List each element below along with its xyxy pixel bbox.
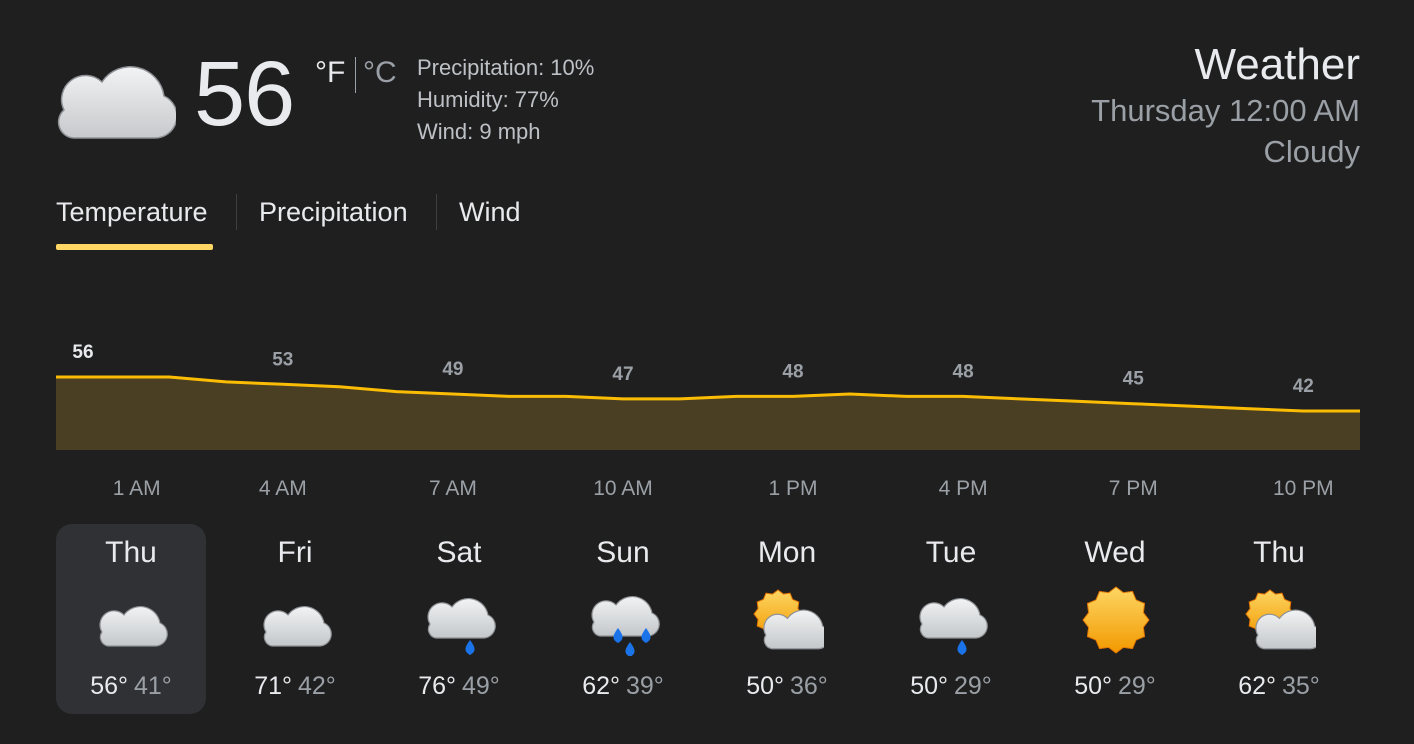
chart-value-label: 49 [442, 359, 463, 380]
forecast-low: 49° [462, 672, 500, 700]
precipitation-stat: Precipitation: 10% [417, 55, 595, 80]
forecast-icon-wrapper [424, 584, 496, 656]
chart-value-label: 47 [612, 364, 633, 385]
forecast-day-name: Wed [1084, 536, 1146, 569]
chart-value-label: 42 [1293, 376, 1314, 397]
forecast-temps: 50° 36° [712, 672, 862, 701]
chart-x-tick-label: 7 AM [429, 477, 477, 500]
tab-temperature[interactable]: Temperature [56, 197, 208, 228]
forecast-temps: 62° 39° [548, 672, 698, 701]
unit-divider [355, 57, 356, 93]
current-temperature: 56 [194, 43, 295, 145]
wind-stat: Wind: 9 mph [417, 119, 541, 144]
chart-value-label: 45 [1123, 369, 1145, 390]
chart-value-label: 48 [953, 361, 974, 382]
chart-x-tick-label: 1 PM [768, 477, 817, 500]
chart-x-tick-label: 4 AM [259, 477, 307, 500]
partly-cloudy-icon [1245, 589, 1323, 650]
forecast-icon-wrapper [916, 584, 988, 656]
forecast-day-sun[interactable]: Sun 62° 39° [548, 524, 698, 714]
tab-divider [436, 194, 437, 230]
forecast-day-name: Fri [277, 536, 313, 569]
forecast-day-name: Sun [596, 536, 650, 569]
forecast-temps: 56° 41° [56, 672, 206, 701]
forecast-temps: 62° 35° [1204, 672, 1354, 701]
forecast-icon-wrapper [96, 584, 168, 656]
forecast-temps: 50° 29° [1040, 672, 1190, 701]
chart-area-fill [56, 377, 1360, 450]
forecast-temps: 71° 42° [220, 672, 370, 701]
cloudy-icon [57, 66, 176, 139]
forecast-day-name: Thu [105, 536, 157, 569]
forecast-day-wed[interactable]: Wed 50° 29° [1040, 524, 1190, 714]
cloudy-icon [263, 605, 332, 647]
partly-cloudy-icon [753, 589, 831, 650]
forecast-day-fri[interactable]: Fri 71° 42° [220, 524, 370, 714]
forecast-day-name: Sat [436, 536, 482, 569]
tab-wind[interactable]: Wind [459, 197, 521, 228]
forecast-high: 50° [1074, 672, 1112, 700]
tab-divider [236, 194, 237, 230]
forecast-day-thu[interactable]: Thu 62° 35° [1204, 524, 1354, 714]
chart-value-label: 48 [782, 361, 803, 382]
forecast-day-name: Tue [925, 536, 977, 569]
rain-cloud-icon [919, 597, 988, 655]
forecast-icon-wrapper [752, 584, 831, 656]
forecast-day-name: Thu [1253, 536, 1305, 569]
forecast-day-mon[interactable]: Mon 50° 36° [712, 524, 862, 714]
forecast-high: 50° [910, 672, 948, 700]
forecast-high: 71° [254, 672, 292, 700]
sunny-icon [1082, 586, 1150, 654]
forecast-day-sat[interactable]: Sat 76° 49° [384, 524, 534, 714]
chart-x-tick-label: 1 AM [113, 477, 161, 500]
chart-x-tick-label: 7 PM [1109, 477, 1158, 500]
forecast-high: 76° [418, 672, 456, 700]
forecast-high: 62° [582, 672, 620, 700]
chart-value-label: 53 [272, 349, 293, 370]
forecast-temps: 50° 29° [876, 672, 1026, 701]
humidity-stat: Humidity: 77% [417, 87, 559, 112]
forecast-icon-wrapper [1244, 584, 1323, 656]
forecast-high: 62° [1238, 672, 1276, 700]
rain-cloud-icon [427, 597, 496, 655]
forecast-day-thu[interactable]: Thu 56° 41° [56, 524, 206, 714]
chart-value-label: 56 [72, 342, 93, 363]
unit-fahrenheit-button[interactable]: °F [315, 56, 345, 90]
forecast-low: 29° [1118, 672, 1156, 700]
forecast-low: 29° [954, 672, 992, 700]
chart-x-tick-label: 4 PM [939, 477, 988, 500]
temperature-chart[interactable]: 56 53 49 47 48 48 45 42 1 AM 4 AM 7 AM 10 AM 1 PM 4 P… [0, 330, 1414, 500]
heavy-rain-cloud-icon [591, 595, 660, 657]
chart-x-tick-label: 10 PM [1273, 477, 1334, 500]
forecast-low: 42° [298, 672, 336, 700]
unit-celsius-button[interactable]: °C [363, 56, 397, 90]
forecast-low: 35° [1282, 672, 1320, 700]
forecast-icon-wrapper [260, 584, 332, 656]
forecast-low: 41° [134, 672, 172, 700]
active-tab-indicator [56, 244, 213, 250]
chart-x-tick-label: 10 AM [593, 477, 653, 500]
cloudy-icon [99, 605, 168, 647]
forecast-low: 39° [626, 672, 664, 700]
tab-precipitation[interactable]: Precipitation [259, 197, 408, 228]
weather-condition: Cloudy [1263, 134, 1361, 169]
forecast-day-name: Mon [757, 536, 817, 569]
forecast-icon-wrapper [1080, 584, 1152, 656]
weather-datetime: Thursday 12:00 AM [1091, 93, 1360, 128]
forecast-temps: 76° 49° [384, 672, 534, 701]
forecast-icon-wrapper [588, 584, 660, 657]
weather-title: Weather [1194, 40, 1361, 89]
forecast-high: 50° [746, 672, 784, 700]
forecast-day-tue[interactable]: Tue 50° 29° [876, 524, 1026, 714]
forecast-low: 36° [790, 672, 828, 700]
forecast-high: 56° [90, 672, 128, 700]
